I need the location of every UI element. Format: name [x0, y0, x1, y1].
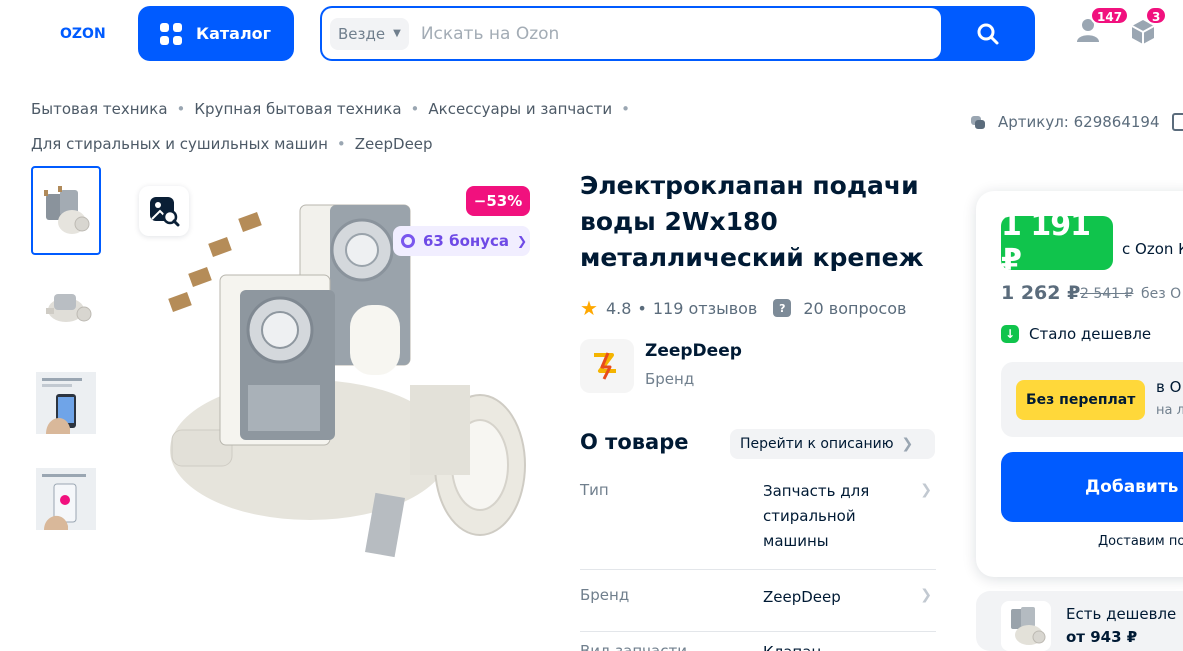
product-title: Электроклапан подачи воды 2Wx180 металли…	[580, 171, 924, 272]
catalog-button[interactable]: Каталог	[138, 6, 294, 61]
cheaper-offer-image	[1001, 601, 1051, 651]
chevron-right-icon: ❯	[920, 587, 932, 603]
spec-key: Тип	[580, 481, 609, 499]
ozon-card-price: 1 191 ₽	[1001, 208, 1113, 278]
thumbnail-1[interactable]	[31, 166, 101, 255]
regular-price: 1 262 ₽	[1001, 282, 1081, 304]
logo-text: OZON	[60, 26, 106, 42]
questions-icon: ?	[773, 299, 792, 317]
breadcrumb-separator: •	[176, 100, 186, 118]
questions-link[interactable]: 20 вопросов	[803, 299, 906, 318]
breadcrumb-separator: •	[336, 135, 346, 153]
chevron-right-icon: ❯	[517, 234, 528, 248]
chevron-right-icon: ❯	[901, 436, 914, 452]
catalog-grid-icon	[160, 22, 182, 45]
profile-badge: 147	[1090, 6, 1130, 25]
thumbnail-3[interactable]	[31, 358, 101, 447]
arrow-down-icon: ↓	[1001, 325, 1019, 343]
cheaper-offer-price: от 943 ₽	[1066, 628, 1138, 646]
breadcrumb-item[interactable]: Аксессуары и запчасти	[428, 100, 612, 118]
add-to-cart-button[interactable]: Добавить в	[1001, 452, 1183, 522]
search-button[interactable]	[941, 6, 1035, 61]
thumbnail-4[interactable]	[31, 454, 101, 543]
product-thumbnail-image	[1011, 607, 1046, 645]
caret-down-icon: ▼	[393, 28, 401, 39]
breadcrumb-item[interactable]: ZeepDeep	[355, 135, 433, 153]
installment-line-2: на л	[1156, 403, 1183, 418]
thumbnail-2[interactable]	[31, 262, 101, 351]
without-card-label: без О	[1141, 286, 1182, 302]
search-field-wrapper: Везде ▼	[322, 8, 941, 59]
price-drop-label: Стало дешевле	[1029, 325, 1152, 343]
chevron-right-icon: ❯	[920, 482, 932, 498]
bonus-coin-icon	[401, 234, 415, 248]
about-heading: О товаре	[580, 430, 689, 454]
spec-row[interactable]: Тип Запчасть для стиральной машины ❯	[580, 478, 936, 570]
ozon-logo[interactable]: OZON	[60, 22, 116, 44]
spec-value: Запчасть для стиральной машины	[763, 482, 870, 550]
spec-row[interactable]: Вид запчасти Клапан	[580, 632, 936, 651]
delivery-info: Доставим по	[1098, 534, 1183, 549]
no-overpay-badge: Без переплат	[1016, 380, 1146, 420]
breadcrumb-item[interactable]: Для стиральных и сушильных машин	[31, 135, 328, 153]
rating-value[interactable]: 4.8	[606, 299, 631, 318]
image-search-button[interactable]	[139, 186, 189, 236]
brand-label: Бренд	[645, 370, 695, 388]
ozon-card-label[interactable]: c Ozon К	[1122, 240, 1183, 258]
spec-key: Вид запчасти	[580, 642, 687, 651]
reviews-link[interactable]: 119 отзывов	[653, 299, 758, 318]
breadcrumb-item[interactable]: Крупная бытовая техника	[194, 100, 401, 118]
bonus-badge[interactable]: 63 бонуса ❯	[393, 226, 530, 256]
rating-row: ★ 4.8 • 119 отзывов ? 20 вопросов	[580, 296, 906, 320]
breadcrumb: Бытовая техника • Крупная бытовая техника •…	[31, 92, 671, 162]
cheaper-offer-title: Есть дешевле	[1066, 605, 1177, 623]
bonus-label: 63 бонуса	[423, 232, 510, 250]
product-thumbnail-image	[44, 185, 90, 234]
breadcrumb-separator: •	[410, 100, 420, 118]
star-icon: ★	[580, 296, 598, 320]
breadcrumb-separator: •	[621, 100, 631, 118]
camera-search-icon	[150, 197, 180, 227]
brand-logo-image	[594, 352, 616, 380]
copy-icon[interactable]	[1171, 113, 1183, 131]
search-bar: Везде ▼	[320, 6, 1035, 61]
spec-row[interactable]: Бренд ZeepDeep ❯	[580, 570, 936, 632]
old-price: 2 541 ₽	[1080, 286, 1134, 302]
goto-description-button[interactable]: Перейти к описанию ❯	[730, 429, 935, 459]
catalog-label: Каталог	[196, 24, 272, 43]
brand-name[interactable]: ZeepDeep	[645, 341, 742, 361]
search-input[interactable]	[420, 23, 901, 44]
search-scope-value: Везде	[338, 24, 386, 43]
product-thumbnail-image	[36, 467, 96, 530]
orders-badge: 3	[1145, 6, 1168, 25]
brand-logo[interactable]	[580, 339, 634, 393]
article-text: Артикул: 629864194	[998, 113, 1160, 131]
product-thumbnail-image	[46, 293, 92, 322]
spec-key: Бренд	[580, 586, 630, 604]
add-to-cart-label: Добавить в	[1085, 477, 1183, 497]
separator-dot: •	[637, 298, 647, 318]
price-drop-indicator: ↓ Стало дешевле	[1001, 325, 1151, 343]
spec-value: Клапан	[763, 640, 913, 651]
installment-line-1: в О	[1156, 378, 1182, 396]
breadcrumb-item[interactable]: Бытовая техника	[31, 100, 168, 118]
article-number[interactable]: Артикул: 629864194	[970, 113, 1183, 131]
chat-icon	[971, 116, 985, 129]
product-thumbnail-image	[36, 371, 96, 434]
goto-description-label: Перейти к описанию	[740, 436, 894, 452]
search-scope-select[interactable]: Везде ▼	[330, 17, 409, 50]
search-icon	[977, 23, 999, 44]
discount-badge: −53%	[466, 186, 530, 216]
spec-value: ZeepDeep	[763, 588, 841, 606]
